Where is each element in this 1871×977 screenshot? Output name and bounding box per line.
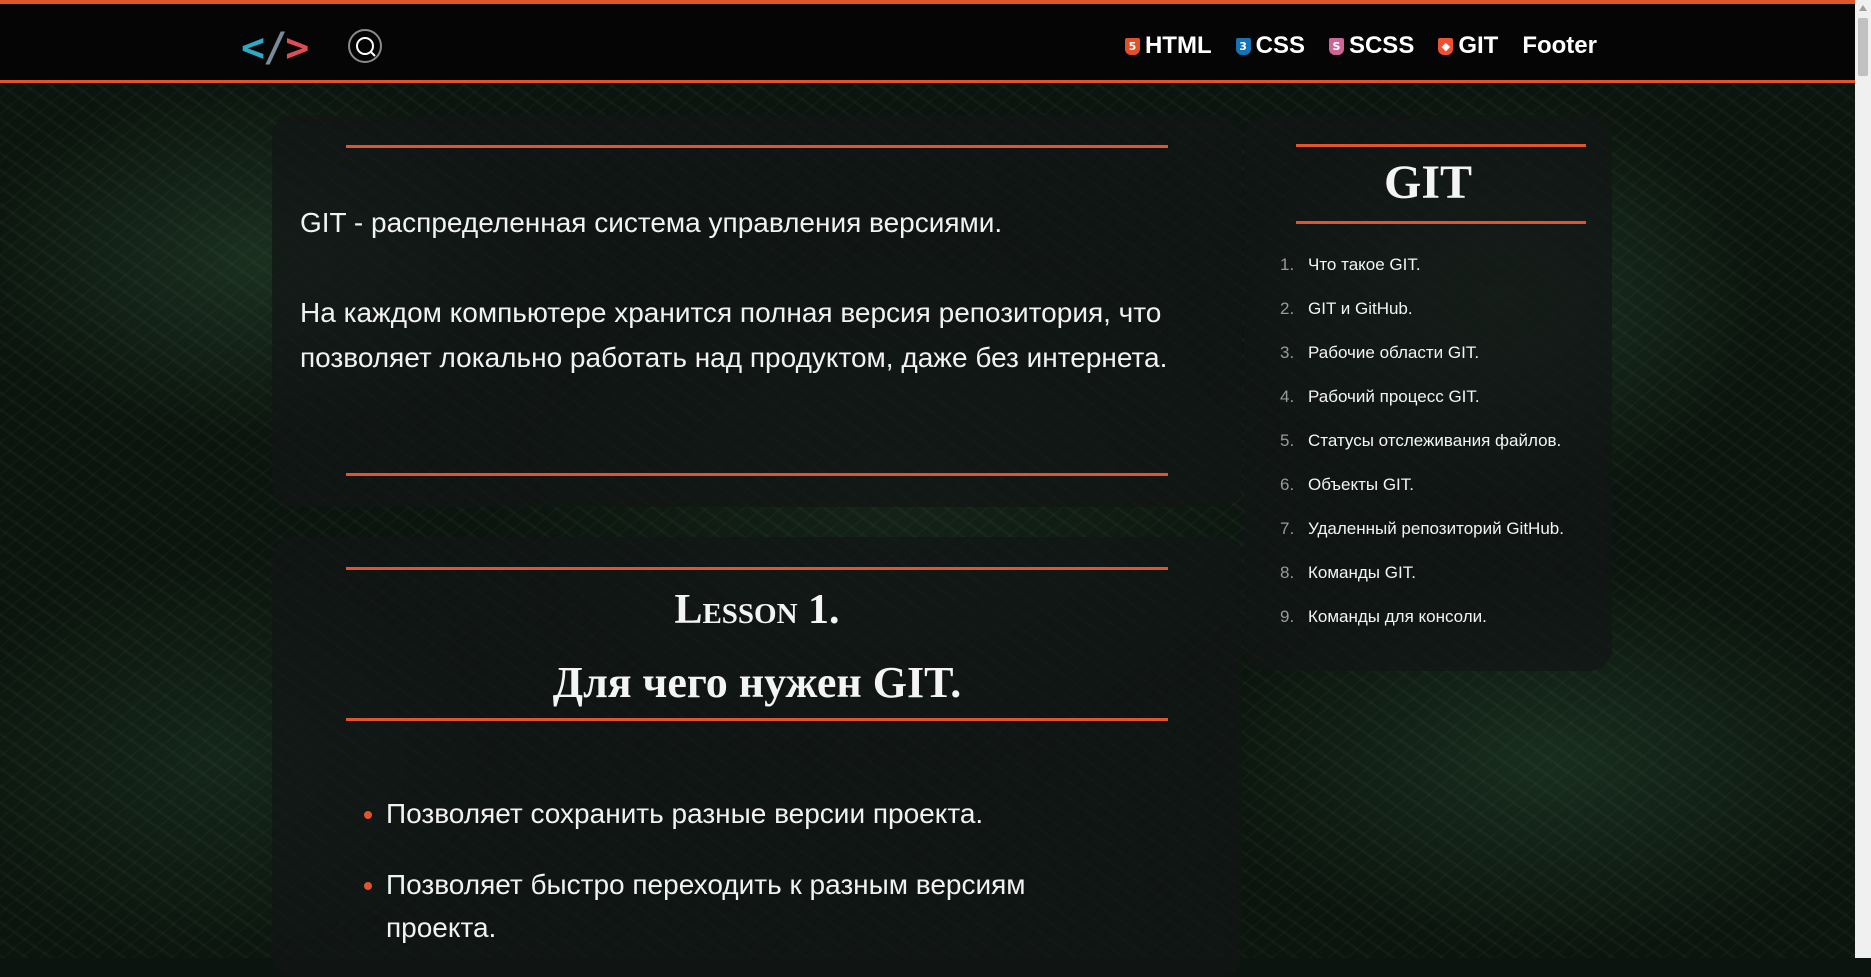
nav-label: CSS [1255,32,1305,59]
css3-icon: 3 [1235,37,1251,55]
divider-bottom [346,473,1168,476]
nav-label: GIT [1458,32,1499,59]
html5-icon: 5 [1124,37,1140,55]
main-nav: 5 HTML 3 CSS S SCSS ◆ GIT Footer [1124,32,1597,60]
site-logo[interactable]: </> [241,25,309,71]
nav-link-scss[interactable]: S SCSS [1328,32,1415,60]
scroll-up-arrow-icon[interactable] [1859,5,1867,11]
intro-paragraph-1: GIT - распределенная система управления … [300,207,1003,238]
toc-item[interactable]: 1. Что такое GIT. [1280,255,1564,299]
divider-title [346,718,1168,721]
toc-card: GIT 1. Что такое GIT. 2. GIT и GitHub. 3. Раб… [1244,115,1612,671]
toc-item-label: Команды для консоли. [1308,607,1487,626]
toc-item-label: Рабочие области GIT. [1308,343,1480,362]
toc-item-label: Объекты GIT. [1308,475,1415,494]
toc-item[interactable]: 4. Рабочий процесс GIT. [1280,387,1564,431]
toc-item[interactable]: 8. Команды GIT. [1280,563,1564,607]
toc-item-label: GIT и GitHub. [1308,299,1413,318]
toc-item[interactable]: 2. GIT и GitHub. [1280,299,1564,343]
toc-item-number: 9. [1280,607,1295,626]
nav-label: Footer [1522,32,1597,59]
search-button[interactable] [348,29,382,63]
toc-item-label: Удаленный репозиторий GitHub. [1308,519,1564,538]
divider-title [1296,221,1586,224]
nav-link-html[interactable]: 5 HTML [1124,32,1212,60]
toc-item-number: 4. [1280,387,1295,406]
toc-item-label: Рабочий процесс GIT. [1308,387,1480,406]
toc-list: 1. Что такое GIT. 2. GIT и GitHub. 3. Рабочие… [1280,255,1564,651]
toc-item[interactable]: 3. Рабочие области GIT. [1280,343,1564,387]
scroll-thumb[interactable] [1858,18,1868,76]
logo-right-bracket: > [285,25,309,71]
toc-item-label: Что такое GIT. [1308,255,1421,274]
logo-left-bracket: < [241,25,265,71]
lesson-title: Для чего нужен GIT. [552,658,962,707]
nav-label: HTML [1144,32,1212,59]
toc-item-number: 2. [1280,299,1295,318]
divider-top [1296,144,1586,147]
logo-slash: / [263,25,287,71]
lesson-number: Lesson 1. [674,587,840,633]
nav-label: SCSS [1348,32,1415,59]
top-nav-bar: </> 5 HTML 3 CSS S SCSS ◆ GIT Footer [0,0,1855,83]
toc-item-number: 6. [1280,475,1295,494]
toc-item-number: 8. [1280,563,1295,582]
toc-item[interactable]: 9. Команды для консоли. [1280,607,1564,651]
list-item: Позволяет быстро переходить к разным вер… [364,863,1124,949]
lesson-bullet-list: Позволяет сохранить разные версии проект… [364,792,1124,977]
toc-item-number: 5. [1280,431,1295,450]
toc-title: GIT [1383,156,1473,209]
git-icon: ◆ [1438,37,1454,55]
divider-top [346,145,1168,148]
toc-item-number: 1. [1280,255,1295,274]
toc-item-number: 3. [1280,343,1295,362]
divider-top [346,567,1168,570]
toc-item-label: Команды GIT. [1308,563,1416,582]
list-item: Позволяет сохранить разные версии проект… [364,792,1124,835]
sass-icon: S [1328,37,1344,55]
scrollbar[interactable] [1855,0,1871,958]
search-icon [356,37,376,57]
toc-item[interactable]: 6. Объекты GIT. [1280,475,1564,519]
toc-item-number: 7. [1280,519,1295,538]
toc-item-label: Статусы отслеживания файлов. [1308,431,1562,450]
nav-link-css[interactable]: 3 CSS [1235,32,1305,60]
toc-item[interactable]: 7. Удаленный репозиторий GitHub. [1280,519,1564,563]
toc-item[interactable]: 5. Статусы отслеживания файлов. [1280,431,1564,475]
nav-link-footer[interactable]: Footer [1522,32,1597,60]
intro-paragraph-2: На каждом компьютере хранится полная вер… [300,297,1168,373]
lesson-card: Lesson 1. Для чего нужен GIT. Позволяет … [272,537,1242,977]
intro-card: GIT - распределенная система управления … [272,115,1242,507]
nav-link-git[interactable]: ◆ GIT [1438,32,1498,60]
